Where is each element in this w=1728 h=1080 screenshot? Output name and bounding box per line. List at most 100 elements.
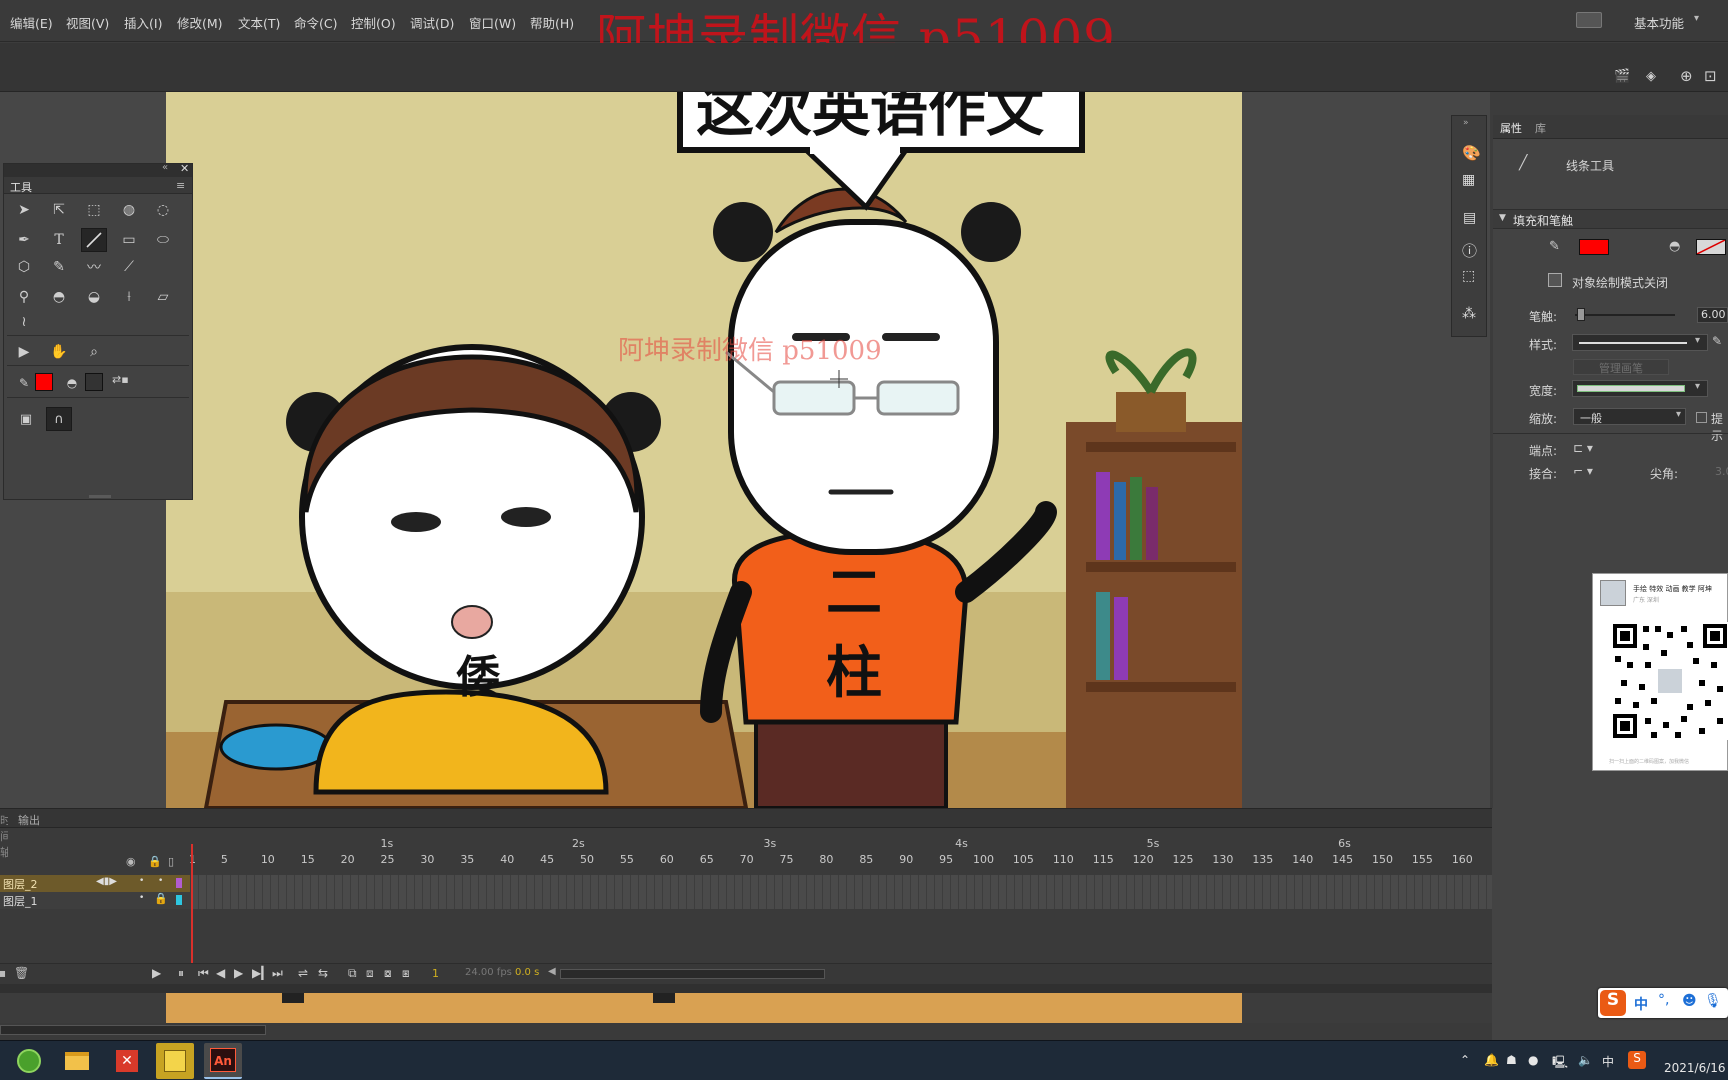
line-tool-icon[interactable] bbox=[81, 228, 107, 252]
onion-markers-icon[interactable]: ⧆ bbox=[402, 966, 410, 981]
visibility-dot-icon[interactable]: • bbox=[139, 893, 144, 903]
eraser-tool-icon[interactable]: ▱ bbox=[150, 285, 176, 309]
object-draw-toggle-icon[interactable] bbox=[1548, 273, 1562, 287]
rectangle-tool-icon[interactable]: ▭ bbox=[116, 228, 142, 252]
menu-help[interactable]: 帮助(H) bbox=[530, 13, 574, 32]
miter-value[interactable]: 3.00 bbox=[1715, 465, 1728, 478]
camera-icon[interactable]: ▶ bbox=[152, 966, 161, 980]
input-language-label[interactable]: 中 bbox=[1602, 1053, 1614, 1070]
center-frame-icon[interactable]: ⇆ bbox=[318, 966, 328, 980]
align-panel-icon[interactable]: ▤ bbox=[1463, 210, 1476, 226]
eyedropper-tool-icon[interactable]: ⟊ bbox=[116, 285, 142, 309]
menu-view[interactable]: 视图(V) bbox=[66, 13, 109, 32]
layer-name[interactable]: 图层_1 bbox=[3, 893, 38, 909]
tray-chevron-up-icon[interactable]: ⌃ bbox=[1460, 1053, 1470, 1067]
info-panel-icon[interactable]: ⓘ bbox=[1462, 240, 1477, 261]
panel-menu-icon[interactable]: ≡ bbox=[176, 179, 185, 192]
keyframe-nav-icon[interactable]: ◀▮▶ bbox=[96, 876, 117, 887]
subselection-tool-icon[interactable]: ⇱ bbox=[46, 198, 72, 222]
splitter[interactable] bbox=[0, 984, 1492, 993]
app-button-red[interactable]: ✕ bbox=[108, 1043, 146, 1079]
pencil-tool-icon[interactable]: ✎ bbox=[46, 255, 72, 279]
tab-properties[interactable]: 属性 bbox=[1500, 120, 1522, 136]
frames-row-layer-2[interactable] bbox=[190, 875, 1492, 892]
close-icon[interactable]: ✕ bbox=[180, 162, 189, 175]
sogou-ime-icon[interactable]: S bbox=[1600, 990, 1626, 1016]
snap-to-objects-icon[interactable]: ∩ bbox=[46, 407, 72, 431]
free-transform-tool-icon[interactable]: ⬚ bbox=[81, 198, 107, 222]
tab-timeline[interactable]: 时间轴 bbox=[0, 812, 8, 860]
lock-icon[interactable]: 🔒 bbox=[154, 892, 168, 905]
bone-tool-icon[interactable]: ⚲ bbox=[11, 285, 37, 309]
punctuation-icon[interactable]: °, bbox=[1658, 992, 1669, 1008]
pause-icon[interactable]: ⏸ bbox=[178, 966, 184, 981]
current-frame-readout[interactable]: 1 bbox=[432, 967, 439, 980]
menu-commands[interactable]: 命令(C) bbox=[294, 13, 337, 32]
stroke-slider-thumb[interactable] bbox=[1577, 308, 1585, 321]
lock-dot-icon[interactable]: • bbox=[158, 876, 163, 886]
fill-color-swatch[interactable] bbox=[1696, 239, 1726, 255]
outline-all-icon[interactable]: ▯ bbox=[168, 855, 174, 868]
collapse-icon[interactable]: « bbox=[162, 162, 168, 173]
volume-icon[interactable]: 🔈 bbox=[1578, 1053, 1593, 1067]
visibility-dot-icon[interactable]: • bbox=[139, 876, 144, 886]
oval-tool-icon[interactable]: ⬭ bbox=[150, 228, 176, 252]
style-dropdown[interactable]: ▾ bbox=[1572, 334, 1708, 351]
network-icon[interactable]: 🖳 bbox=[1552, 1053, 1568, 1074]
menu-insert[interactable]: 插入(I) bbox=[124, 13, 162, 32]
app-button-yellow[interactable] bbox=[156, 1043, 194, 1079]
tab-library[interactable]: 库 bbox=[1535, 120, 1546, 136]
sync-settings-icon[interactable] bbox=[1576, 12, 1602, 28]
edit-stroke-style-icon[interactable]: ✎ bbox=[1712, 334, 1722, 348]
hint-checkbox[interactable] bbox=[1696, 412, 1707, 423]
ime-mode-label[interactable]: 中 bbox=[1634, 994, 1648, 1014]
polystar-tool-icon[interactable]: ⬡ bbox=[11, 255, 37, 279]
manage-brush-button[interactable]: 管理画笔 bbox=[1573, 359, 1669, 375]
menu-text[interactable]: 文本(T) bbox=[238, 13, 280, 32]
emoji-icon[interactable]: ☻ bbox=[1682, 993, 1697, 1009]
play-icon[interactable]: ▶ bbox=[234, 966, 243, 980]
layer-color-swatch[interactable] bbox=[176, 895, 182, 905]
text-tool-icon[interactable]: T bbox=[46, 228, 72, 252]
stroke-color-swatch[interactable] bbox=[1579, 239, 1609, 255]
tray-app-icon[interactable]: ☗ bbox=[1506, 1053, 1517, 1067]
timeline-scrollbar[interactable] bbox=[560, 969, 825, 979]
tab-output[interactable]: 输出 bbox=[18, 812, 40, 828]
sogou-tray-icon[interactable]: S bbox=[1628, 1051, 1646, 1069]
brush-tool-icon[interactable]: ⟋ bbox=[116, 255, 142, 279]
new-layer-icon[interactable]: ▪ bbox=[0, 966, 6, 980]
go-to-last-frame-icon[interactable]: ⏭ bbox=[272, 966, 283, 981]
workspace-switcher[interactable]: 基本功能 bbox=[1634, 13, 1684, 32]
tray-app-icon-2[interactable]: ● bbox=[1528, 1053, 1538, 1067]
onion-outline-icon[interactable]: ⧈ bbox=[366, 966, 374, 981]
menu-edit[interactable]: 编辑(E) bbox=[10, 13, 53, 32]
menu-debug[interactable]: 调试(D) bbox=[410, 13, 454, 32]
paint-brush-tool-icon[interactable]: 〰 bbox=[81, 255, 107, 279]
motion-presets-icon[interactable]: ⁂ bbox=[1462, 306, 1476, 322]
frames-row-layer-1[interactable] bbox=[190, 892, 1492, 909]
scroll-left-icon[interactable]: ◀ bbox=[548, 966, 556, 977]
stroke-color-swatch[interactable] bbox=[35, 373, 53, 391]
stage-canvas[interactable]: 倭 二 柱 这次英语作文 阿坤录制微信 p51009 bbox=[166, 92, 1242, 808]
delete-layer-icon[interactable]: 🗑 bbox=[14, 966, 29, 980]
stroke-size-input[interactable]: 6.00 bbox=[1697, 307, 1728, 323]
swatches-panel-icon[interactable]: ▦ bbox=[1462, 172, 1475, 188]
menu-modify[interactable]: 修改(M) bbox=[177, 13, 223, 32]
file-explorer-button[interactable] bbox=[58, 1043, 96, 1079]
lock-all-icon[interactable]: 🔒 bbox=[148, 855, 162, 868]
object-drawing-icon[interactable]: ▣ bbox=[13, 407, 39, 431]
menu-window[interactable]: 窗口(W) bbox=[469, 13, 516, 32]
camera-tool-icon[interactable]: ▶ bbox=[11, 340, 37, 364]
lasso-tool-icon[interactable]: ◌ bbox=[150, 198, 176, 222]
center-stage-icon[interactable]: ⊕ bbox=[1680, 67, 1693, 85]
stroke-slider-track[interactable] bbox=[1575, 314, 1675, 316]
resize-grip[interactable] bbox=[89, 495, 111, 498]
notification-icon[interactable]: 🔔 bbox=[1484, 1053, 1499, 1067]
layer-row[interactable]: 图层_2 ◀▮▶ • • bbox=[0, 875, 190, 892]
menu-control[interactable]: 控制(O) bbox=[351, 13, 396, 32]
scale-dropdown[interactable]: 一般 bbox=[1573, 408, 1686, 425]
fps-readout[interactable]: 24.00 fps bbox=[465, 967, 512, 978]
timeline-ruler[interactable]: 1510152025303540455055606570758085909510… bbox=[189, 837, 1492, 867]
pen-tool-icon[interactable]: ✒ bbox=[11, 228, 37, 252]
go-to-first-frame-icon[interactable]: ⏮ bbox=[198, 966, 209, 981]
